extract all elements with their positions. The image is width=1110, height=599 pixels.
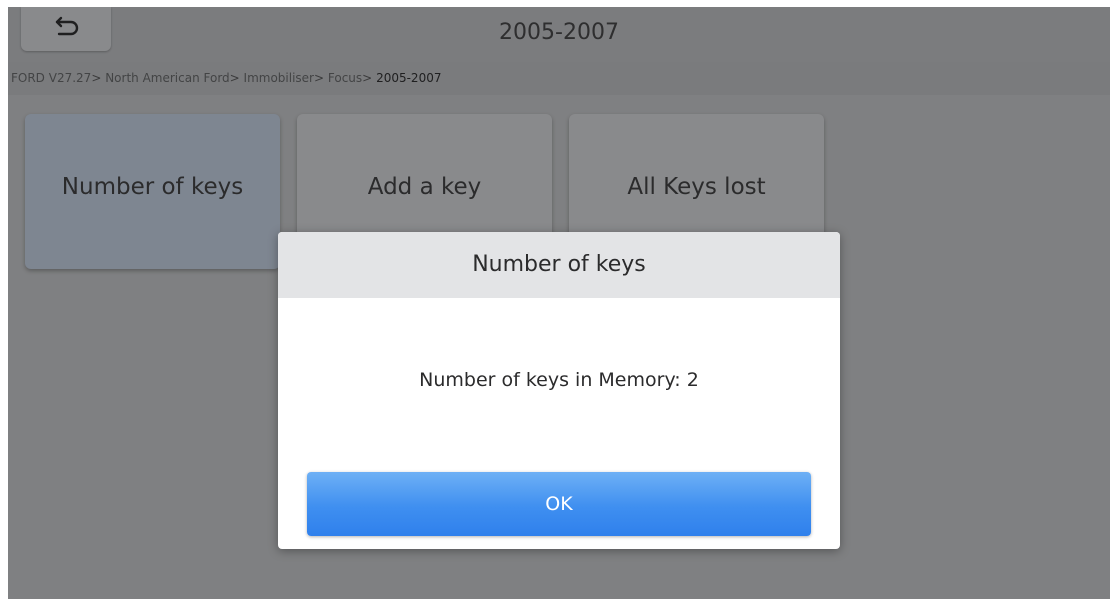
breadcrumb-bar: FORD V27.27> North American Ford> Immobi… [8,62,1110,95]
breadcrumb-separator: > [91,71,102,85]
app-screen: 2005-2007 FORD V27.27> North American Fo… [8,7,1110,599]
breadcrumb-separator: > [229,71,240,85]
breadcrumb-item[interactable]: FORD V27.27 [11,71,91,85]
ok-button[interactable]: OK [307,472,811,536]
breadcrumb-item[interactable]: North American Ford [105,71,229,85]
tile-label: Add a key [367,174,482,200]
breadcrumb-current: 2005-2007 [376,71,442,85]
header-bar: 2005-2007 [8,7,1110,62]
tile-label: Number of keys [61,174,244,200]
tile-label: All Keys lost [627,174,766,200]
breadcrumb-item[interactable]: Focus [328,71,362,85]
dialog-title: Number of keys [278,232,840,298]
breadcrumb-separator: > [362,71,373,85]
number-of-keys-dialog: Number of keys Number of keys in Memory:… [278,232,840,549]
page-title: 2005-2007 [499,20,619,45]
breadcrumb: FORD V27.27> North American Ford> Immobi… [11,62,441,95]
breadcrumb-separator: > [314,71,325,85]
dialog-message: Number of keys in Memory: 2 [419,369,699,391]
breadcrumb-item[interactable]: Immobiliser [244,71,314,85]
tile-number-of-keys[interactable]: Number of keys [25,114,280,269]
